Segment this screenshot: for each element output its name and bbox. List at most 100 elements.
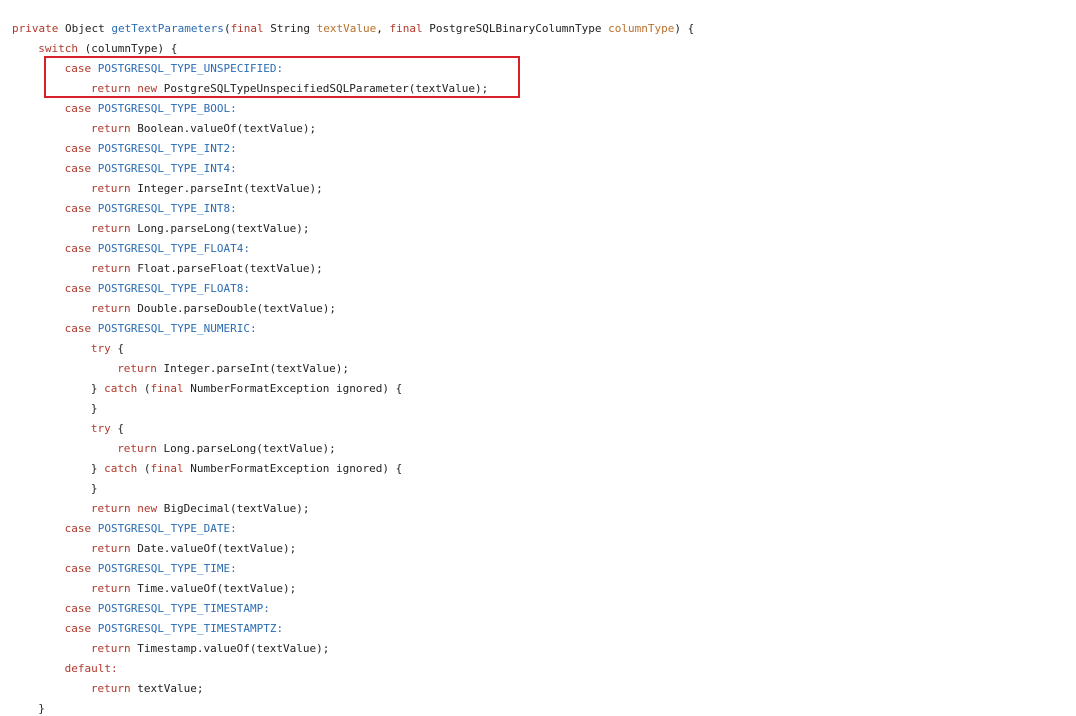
keyword-token: case [64,202,92,215]
code-line: return Long.parseLong(textValue); [117,439,336,459]
keyword-token: catch [104,382,138,395]
keyword-token: final [150,382,184,395]
constant-token: POSTGRESQL_TYPE_INT2: [97,142,237,155]
keyword-token: return [90,542,131,555]
keyword-token: try [90,342,111,355]
keyword-token: return [90,222,131,235]
code-token: BigDecimal(textValue); [157,502,310,515]
code-token: Double.parseDouble(textValue); [130,302,336,315]
keyword-token: case [64,242,92,255]
keyword-token: return [90,682,131,695]
code-token: Object [58,22,112,35]
code-line: default: [65,659,118,679]
keyword-token: return [90,502,131,515]
code-token: Long.parseLong(textValue); [130,222,310,235]
code-line: return Time.valueOf(textValue); [91,579,296,599]
code-line: try { [91,339,124,359]
code-token: } [90,462,105,475]
constant-token: POSTGRESQL_TYPE_BOOL: [97,102,237,115]
keyword-token: case [64,622,92,635]
code-line: case POSTGRESQL_TYPE_NUMERIC: [65,319,257,339]
keyword-token: final [150,462,184,475]
code-line: case POSTGRESQL_TYPE_FLOAT4: [65,239,250,259]
keyword-token: case [64,142,92,155]
parameter-token: textValue [316,22,377,35]
code-token: ( [223,22,231,35]
code-line: case POSTGRESQL_TYPE_TIMESTAMPTZ: [65,619,284,639]
code-token: { [110,422,125,435]
code-line: case POSTGRESQL_TYPE_INT4: [65,159,237,179]
code-token: NumberFormatException ignored) { [183,462,403,475]
parameter-token: columnType [608,22,675,35]
code-token: } [38,702,45,715]
code-line: } [91,399,98,419]
keyword-token: return [90,642,131,655]
keyword-token: case [64,602,92,615]
keyword-token: return [117,362,157,375]
keyword-token: return [90,582,131,595]
keyword-token: new [137,502,158,515]
constant-token: POSTGRESQL_TYPE_DATE: [97,522,237,535]
constant-token: POSTGRESQL_TYPE_FLOAT4: [97,242,251,255]
constant-token: POSTGRESQL_TYPE_TIMESTAMP: [97,602,270,615]
code-token: Timestamp.valueOf(textValue); [130,642,330,655]
constant-token: POSTGRESQL_TYPE_INT8: [97,202,237,215]
method-name-token: getTextParameters [111,22,224,35]
keyword-token: catch [104,462,138,475]
code-token: ( [137,382,151,395]
keyword-token: case [64,562,92,575]
highlight-box [44,56,520,98]
code-line: case POSTGRESQL_TYPE_FLOAT8: [65,279,250,299]
keyword-token: return [90,262,131,275]
code-line: return textValue; [91,679,204,699]
code-line: return Float.parseFloat(textValue); [91,259,323,279]
code-line: case POSTGRESQL_TYPE_TIME: [65,559,237,579]
keyword-token: final [230,22,264,35]
keyword-token: final [389,22,423,35]
keyword-token: case [64,322,92,335]
code-line: } [91,479,98,499]
code-token: String [263,22,317,35]
code-line: return Double.parseDouble(textValue); [91,299,336,319]
code-token: Integer.parseInt(textValue); [156,362,349,375]
code-token: ( [137,462,151,475]
code-line: return Long.parseLong(textValue); [91,219,310,239]
code-line: } catch (final NumberFormatException ign… [91,459,402,479]
code-line: return Boolean.valueOf(textValue); [91,119,316,139]
code-view: private Object getTextParameters(final S… [0,0,1076,716]
code-token: , [376,22,390,35]
code-line: return Date.valueOf(textValue); [91,539,296,559]
code-token: PostgreSQLBinaryColumnType [422,22,609,35]
code-line: private Object getTextParameters(final S… [12,19,694,39]
code-token: Float.parseFloat(textValue); [130,262,323,275]
keyword-token: return [90,182,131,195]
code-token: Integer.parseInt(textValue); [130,182,323,195]
code-line: case POSTGRESQL_TYPE_INT8: [65,199,237,219]
keyword-token: return [90,122,131,135]
keyword-token: private [12,22,59,35]
constant-token: POSTGRESQL_TYPE_NUMERIC: [97,322,257,335]
constant-token: POSTGRESQL_TYPE_INT4: [97,162,237,175]
code-line: case POSTGRESQL_TYPE_INT2: [65,139,237,159]
code-line: } catch (final NumberFormatException ign… [91,379,402,399]
code-token: Long.parseLong(textValue); [156,442,336,455]
code-token: } [90,382,105,395]
code-line: return Integer.parseInt(textValue); [91,179,323,199]
keyword-token: case [64,102,92,115]
code-token: ) { [674,22,695,35]
code-line: try { [91,419,124,439]
code-line: case POSTGRESQL_TYPE_TIMESTAMP: [65,599,270,619]
keyword-token: return [90,302,131,315]
code-token: (columnType) { [78,42,178,55]
constant-token: POSTGRESQL_TYPE_FLOAT8: [97,282,251,295]
code-line: return Timestamp.valueOf(textValue); [91,639,329,659]
